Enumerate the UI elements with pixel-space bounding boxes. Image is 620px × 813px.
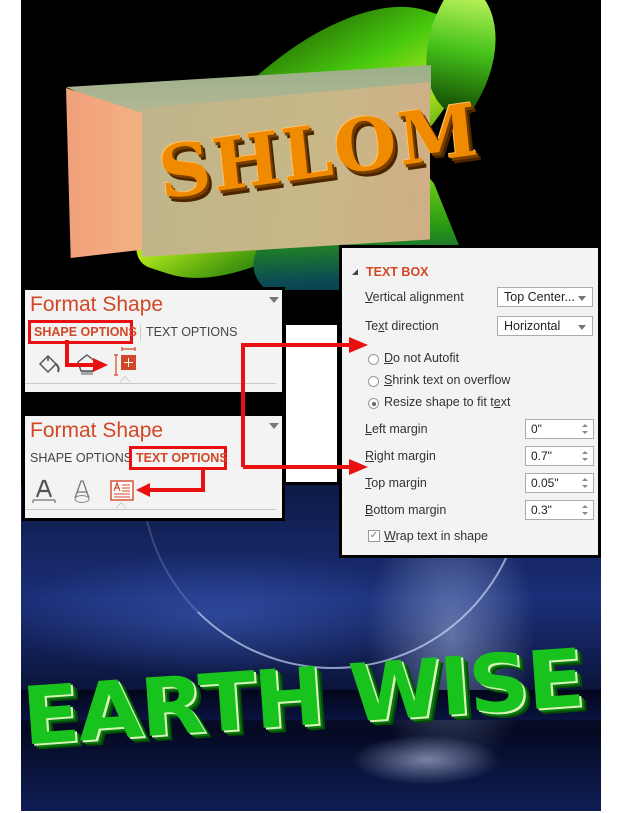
left-margin-label: Left margin <box>365 422 428 436</box>
vertical-alignment-label: Vertical alignment <box>365 290 464 304</box>
spin-up-icon[interactable] <box>582 451 588 454</box>
radio-resize-shape-to-fit-text[interactable] <box>368 398 379 409</box>
chevron-down-icon[interactable] <box>578 325 586 330</box>
radio-shrink-text-on-overflow[interactable] <box>368 376 379 387</box>
vertical-alignment-dropdown[interactable]: Top Center... <box>497 287 593 307</box>
top-margin-spinner[interactable]: 0.05" <box>525 473 594 493</box>
spinner-value: 0.05" <box>531 476 559 490</box>
format-shape-panel-text-options: Format Shape SHAPE OPTIONS TEXT OPTIONS <box>22 413 285 521</box>
block-side-face <box>66 88 144 258</box>
panel-menu-caret-icon[interactable] <box>269 423 279 429</box>
left-margin-spinner[interactable]: 0" <box>525 419 594 439</box>
dropdown-value: Top Center... <box>504 290 575 304</box>
top-margin-label: Top margin <box>365 476 427 490</box>
spin-up-icon[interactable] <box>582 424 588 427</box>
wrap-text-label[interactable]: Wrap text in shape <box>384 529 488 543</box>
do-not-autofit-label[interactable]: Do not Autofit <box>384 351 459 365</box>
text-effects-icon[interactable] <box>71 478 93 504</box>
panel-divider <box>25 509 276 510</box>
bottom-margin-spinner[interactable]: 0.3" <box>525 500 594 520</box>
3d-wordart-text: EARTH WISE <box>21 631 586 764</box>
fill-line-icon[interactable] <box>36 352 62 376</box>
checkmark-icon: ✓ <box>369 530 379 541</box>
tab-shape-options[interactable]: SHAPE OPTIONS <box>30 451 132 465</box>
spin-up-icon[interactable] <box>582 505 588 508</box>
panel-menu-caret-icon[interactable] <box>269 297 279 303</box>
tab-text-options[interactable]: TEXT OPTIONS <box>136 451 228 465</box>
textbox-icon[interactable] <box>110 480 134 502</box>
panel-divider <box>25 383 276 384</box>
connector-backdrop <box>283 322 340 485</box>
spin-down-icon[interactable] <box>582 485 588 488</box>
radio-do-not-autofit[interactable] <box>368 354 379 365</box>
spin-down-icon[interactable] <box>582 431 588 434</box>
text-fill-outline-icon[interactable] <box>31 478 57 504</box>
tab-shape-options[interactable]: SHAPE OPTIONS <box>34 325 137 339</box>
panel-title: Format Shape <box>30 293 164 316</box>
spinner-value: 0.3" <box>531 503 552 517</box>
right-margin-label: Right margin <box>365 449 436 463</box>
shrink-text-label[interactable]: Shrink text on overflow <box>384 373 510 387</box>
bottom-margin-label: Bottom margin <box>365 503 447 517</box>
section-title: TEXT BOX <box>366 265 429 279</box>
format-shape-panel-shape-options: Format Shape SHAPE OPTIONS TEXT OPTIONS <box>22 287 285 395</box>
panel-title: Format Shape <box>30 419 164 442</box>
spinner-value: 0" <box>531 422 542 436</box>
dropdown-value: Horizontal <box>504 319 561 333</box>
spinner-value: 0.7" <box>531 449 552 463</box>
tab-divider <box>140 325 141 341</box>
text-direction-label: Text direction <box>365 319 439 333</box>
resize-shape-label[interactable]: Resize shape to fit text <box>384 395 510 409</box>
selection-notch-icon <box>116 501 126 509</box>
text-box-settings-panel: TEXT BOX Vertical alignment Top Center..… <box>339 245 601 558</box>
wrap-text-checkbox[interactable]: ✓ <box>368 530 380 542</box>
spin-up-icon[interactable] <box>582 478 588 481</box>
collapse-triangle-icon[interactable] <box>352 269 358 275</box>
effects-icon[interactable] <box>75 352 99 376</box>
right-margin-spinner[interactable]: 0.7" <box>525 446 594 466</box>
spin-down-icon[interactable] <box>582 512 588 515</box>
selection-notch-icon <box>120 375 130 383</box>
chevron-down-icon[interactable] <box>578 296 586 301</box>
text-direction-dropdown[interactable]: Horizontal <box>497 316 593 336</box>
tab-text-options[interactable]: TEXT OPTIONS <box>146 325 237 339</box>
spin-down-icon[interactable] <box>582 458 588 461</box>
size-properties-icon[interactable] <box>113 347 137 377</box>
section-header-text-box[interactable]: TEXT BOX <box>352 265 429 279</box>
